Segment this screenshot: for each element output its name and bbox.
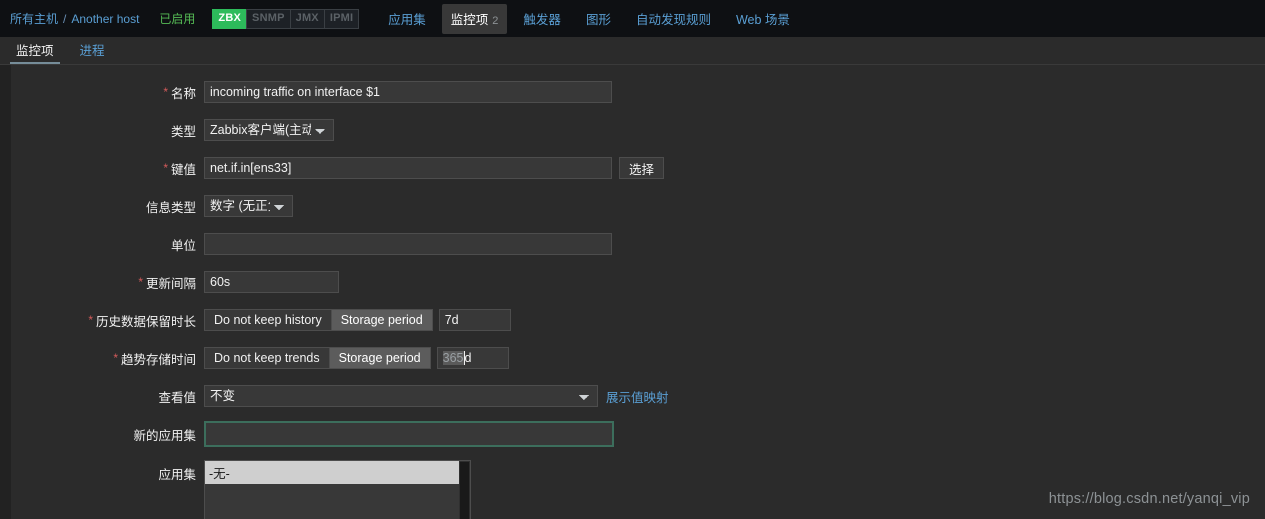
trends-period-rest-text: d <box>464 351 472 365</box>
label-update-interval: * 更新间隔 <box>11 273 204 292</box>
field-row-type: 类型 Zabbix客户端(主动式) <box>11 115 1265 145</box>
host-nav-discovery[interactable]: 自动发现规则 <box>627 4 720 34</box>
history-period-input[interactable] <box>438 309 511 331</box>
host-interface-protocols: ZBX SNMP JMX IPMI <box>212 8 360 29</box>
label-new-application: 新的应用集 <box>11 425 204 444</box>
trends-do-not-keep-button[interactable]: Do not keep trends <box>204 347 330 369</box>
host-nav-triggers[interactable]: 触发器 <box>514 4 570 34</box>
protocol-badge-zbx[interactable]: ZBX <box>212 8 248 29</box>
item-form: * 名称 类型 Zabbix客户端(主动式) * 键值 选择 <box>11 65 1265 519</box>
applications-listbox[interactable]: -无- <box>204 460 471 519</box>
trends-mode-toggle: Do not keep trends Storage period <box>204 347 431 369</box>
trends-storage-period-button[interactable]: Storage period <box>328 347 431 369</box>
label-applications: 应用集 <box>11 460 204 483</box>
history-storage-period-button[interactable]: Storage period <box>330 309 433 331</box>
host-nav-items-label: 监控项 <box>450 12 489 27</box>
zabbix-item-config-page: 所有主机 / Another host 已启用 ZBX SNMP JMX IPM… <box>0 0 1265 519</box>
host-nav-items[interactable]: 监控项 2 <box>441 3 508 34</box>
field-row-value-view: 查看值 不变 展示值映射 <box>11 381 1265 411</box>
required-marker-update-interval: * <box>138 275 143 289</box>
field-row-applications: 应用集 -无- <box>11 460 1265 519</box>
label-value-view: 查看值 <box>11 387 204 406</box>
watermark-url: https://blog.csdn.net/yanqi_vip <box>1048 491 1250 507</box>
host-nav-items-count: 2 <box>492 14 499 27</box>
field-row-new-application: 新的应用集 <box>11 419 1265 449</box>
field-row-units: 单位 <box>11 229 1265 259</box>
label-info-type-text: 信息类型 <box>145 200 196 215</box>
label-type: 类型 <box>11 121 204 140</box>
listbox-scrollbar[interactable] <box>459 461 470 519</box>
list-item[interactable]: -无- <box>205 461 470 484</box>
tab-item[interactable]: 监控项 <box>10 37 60 65</box>
label-key-text: 键值 <box>170 162 196 177</box>
field-row-update-interval: * 更新间隔 <box>11 267 1265 297</box>
trends-period-input[interactable]: 365 d <box>436 347 509 369</box>
required-marker-trends: * <box>113 351 118 365</box>
history-mode-toggle: Do not keep history Storage period <box>204 309 433 331</box>
host-nav-applications[interactable]: 应用集 <box>379 4 435 34</box>
form-tab-bar: 监控项 进程 <box>0 37 1265 65</box>
field-row-trends: * 趋势存储时间 Do not keep trends Storage peri… <box>11 343 1265 373</box>
label-value-view-text: 查看值 <box>158 390 196 405</box>
listbox-scrollbar-thumb[interactable] <box>460 462 469 519</box>
update-interval-input[interactable] <box>204 271 339 293</box>
label-key: * 键值 <box>11 159 204 178</box>
key-input[interactable] <box>204 157 612 179</box>
label-name: * 名称 <box>11 83 204 102</box>
host-nav-web[interactable]: Web 场景 <box>727 4 799 34</box>
required-marker-history: * <box>88 313 93 327</box>
new-application-input[interactable] <box>204 421 614 447</box>
field-row-name: * 名称 <box>11 77 1265 107</box>
value-mapping-link[interactable]: 展示值映射 <box>606 387 669 406</box>
breadcrumb-all-hosts[interactable]: 所有主机 <box>10 10 58 27</box>
name-input[interactable] <box>204 81 612 103</box>
label-applications-text: 应用集 <box>158 468 196 482</box>
value-view-select[interactable]: 不变 <box>204 385 598 407</box>
field-row-info-type: 信息类型 数字 (无正负) <box>11 191 1265 221</box>
label-units: 单位 <box>11 235 204 254</box>
host-nav: 应用集 监控项 2 触发器 图形 自动发现规则 Web 场景 <box>379 3 806 34</box>
label-type-text: 类型 <box>170 124 196 139</box>
host-breadcrumb-bar: 所有主机 / Another host 已启用 ZBX SNMP JMX IPM… <box>0 0 1265 37</box>
label-history-text: 历史数据保留时长 <box>95 314 196 329</box>
label-trends-text: 趋势存储时间 <box>120 352 196 367</box>
protocol-badge-snmp[interactable]: SNMP <box>246 8 291 29</box>
label-info-type: 信息类型 <box>11 197 204 216</box>
trends-period-selected-text: 365 <box>442 351 464 365</box>
protocol-badge-ipmi[interactable]: IPMI <box>323 8 360 29</box>
breadcrumb-host-name[interactable]: Another host <box>71 12 139 26</box>
field-row-history: * 历史数据保留时长 Do not keep history Storage p… <box>11 305 1265 335</box>
tab-process[interactable]: 进程 <box>74 37 111 65</box>
left-gutter <box>0 65 11 519</box>
field-row-key: * 键值 选择 <box>11 153 1265 183</box>
breadcrumb-separator: / <box>63 11 67 26</box>
label-units-text: 单位 <box>170 238 196 253</box>
label-update-interval-text: 更新间隔 <box>145 276 196 291</box>
label-name-text: 名称 <box>170 86 196 101</box>
host-nav-graphs[interactable]: 图形 <box>577 4 620 34</box>
type-select[interactable]: Zabbix客户端(主动式) <box>204 119 334 141</box>
required-marker-name: * <box>163 85 168 99</box>
required-marker-key: * <box>163 161 168 175</box>
key-select-button[interactable]: 选择 <box>619 157 665 179</box>
protocol-badge-jmx[interactable]: JMX <box>289 8 325 29</box>
label-history: * 历史数据保留时长 <box>11 311 204 330</box>
units-input[interactable] <box>204 233 612 255</box>
host-status-badge[interactable]: 已启用 <box>159 10 195 27</box>
info-type-select[interactable]: 数字 (无正负) <box>204 195 293 217</box>
label-trends: * 趋势存储时间 <box>11 349 204 368</box>
history-do-not-keep-button[interactable]: Do not keep history <box>204 309 332 331</box>
label-new-application-text: 新的应用集 <box>133 428 196 443</box>
